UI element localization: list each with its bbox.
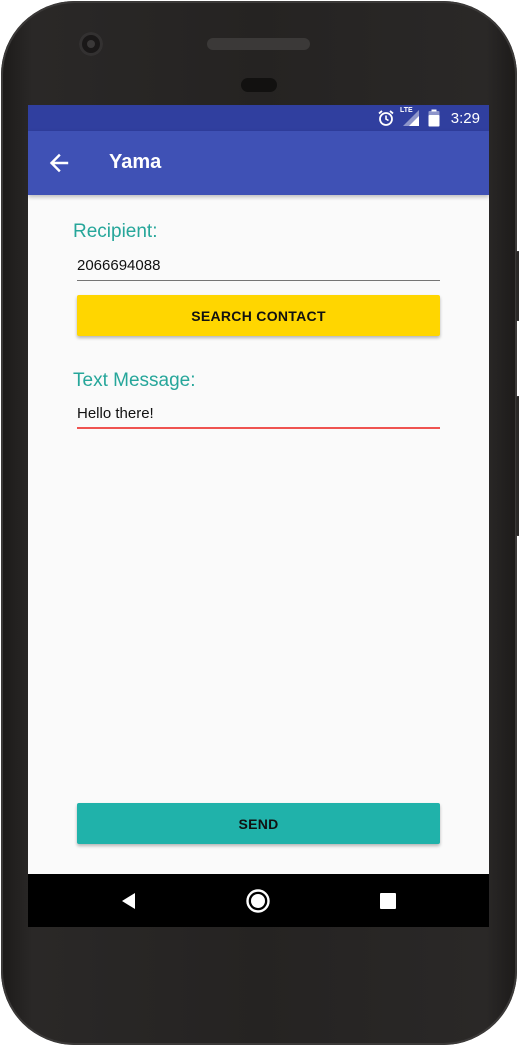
recipient-field[interactable]: 2066694088 [77, 253, 440, 281]
app-title: Yama [109, 151, 162, 173]
message-underline [77, 427, 440, 429]
recipient-label: Recipient: [73, 221, 158, 242]
message-value: Hello there! [77, 405, 154, 422]
alarm-icon [377, 109, 395, 132]
send-button[interactable]: SEND [77, 803, 440, 844]
recents-square-icon[interactable] [373, 886, 403, 916]
search-contact-button[interactable]: SEARCH CONTACT [77, 295, 440, 336]
battery-icon [427, 109, 441, 132]
navigation-bar [28, 874, 489, 927]
status-bar: LTE 3:29 [28, 105, 489, 131]
home-circle-icon[interactable] [243, 886, 273, 916]
app-bar: Yama [28, 131, 489, 195]
status-time: 3:29 [450, 110, 480, 127]
screen: LTE 3:29 Yama Recipient: 2066694088 SEAR… [28, 105, 489, 927]
message-label: Text Message: [73, 370, 196, 391]
recipient-value: 2066694088 [77, 257, 161, 274]
arrow-left-icon[interactable] [44, 148, 74, 178]
front-camera [79, 32, 103, 56]
proximity-sensor [241, 78, 277, 92]
recipient-underline [77, 279, 440, 281]
message-field[interactable]: Hello there! [77, 401, 440, 429]
earpiece-speaker [207, 38, 310, 50]
back-triangle-icon[interactable] [114, 886, 144, 916]
lte-label: LTE [400, 107, 413, 114]
